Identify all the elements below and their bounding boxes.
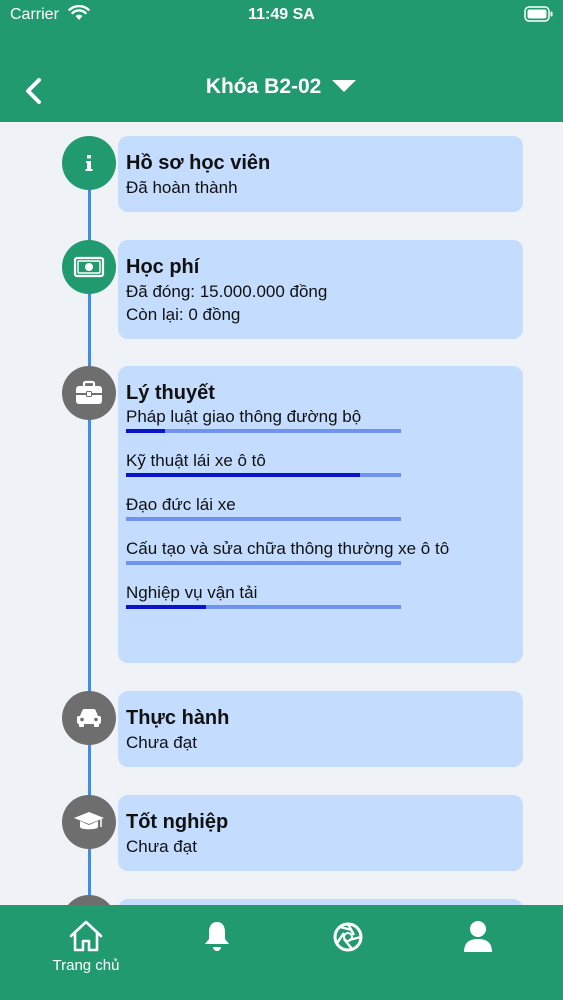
tab-label: Trang chủ	[52, 957, 120, 974]
step-title: Hồ sơ học viên	[126, 152, 271, 174]
tab-profile[interactable]	[418, 917, 538, 957]
step-node-graduation	[62, 795, 116, 849]
step-node-tuition	[62, 240, 116, 294]
money-icon	[73, 256, 105, 278]
subject-item: Pháp luật giao thông đường bộ	[126, 406, 515, 433]
caret-down-icon	[331, 74, 357, 100]
aperture-icon	[333, 922, 363, 952]
step-title: Lý thuyết	[126, 382, 215, 404]
briefcase-icon	[76, 380, 102, 404]
subject-label: Pháp luật giao thông đường bộ	[126, 407, 362, 426]
step-card-practice[interactable]: Thực hành Chưa đạt	[118, 691, 523, 767]
status-bar: Carrier 11:49 SA	[0, 0, 563, 30]
step-node-profile	[62, 136, 116, 190]
subject-progress-fill	[126, 605, 206, 609]
tab-bar: Trang chủ	[0, 905, 563, 1000]
home-icon	[69, 920, 103, 952]
subject-label: Kỹ thuật lái xe ô tô	[126, 451, 266, 470]
subject-label: Cấu tạo và sửa chữa thông thường xe ô tô	[126, 539, 450, 558]
step-card-tuition[interactable]: Học phí Đã đóng: 15.000.000 đồng Còn lại…	[118, 240, 523, 339]
user-icon	[464, 921, 492, 952]
tab-notifications[interactable]	[157, 917, 277, 957]
subject-progress-bar	[126, 605, 401, 609]
graduation-cap-icon	[74, 812, 104, 830]
subject-label: Nghiệp vụ vận tải	[126, 583, 258, 602]
step-title: Học phí	[126, 256, 200, 278]
top-bar: Carrier 11:49 SA Khóa B2-02	[0, 0, 563, 122]
subject-item: Kỹ thuật lái xe ô tô	[126, 450, 515, 477]
tab-camera[interactable]	[288, 917, 408, 957]
subject-progress-fill	[126, 429, 165, 433]
subject-progress-bar	[126, 561, 401, 565]
subject-progress-bar	[126, 517, 401, 521]
step-title: Tốt nghiệp	[126, 811, 229, 833]
page-title: Khóa B2-02	[205, 75, 322, 98]
step-card-profile[interactable]: Hồ sơ học viên Đã hoàn thành	[118, 136, 523, 212]
subject-item: Đạo đức lái xe	[126, 494, 515, 521]
subject-item: Nghiệp vụ vận tải	[126, 582, 515, 609]
subject-progress-bar	[126, 473, 401, 477]
subject-label: Đạo đức lái xe	[126, 495, 236, 514]
subject-progress-fill	[126, 473, 360, 477]
step-card-theory[interactable]: Lý thuyết Pháp luật giao thông đường bộ …	[118, 366, 523, 663]
step-card-graduation[interactable]: Tốt nghiệp Chưa đạt	[118, 795, 523, 871]
step-node-practice	[62, 691, 116, 745]
subject-progress-bar	[126, 429, 401, 433]
bell-icon	[205, 922, 229, 951]
info-icon	[85, 155, 93, 171]
step-status: Chưa đạt	[126, 837, 197, 856]
course-selector[interactable]: Khóa B2-02	[0, 74, 563, 100]
step-title: Thực hành	[126, 707, 230, 729]
step-node-theory	[62, 366, 116, 420]
battery-icon	[524, 6, 554, 27]
tab-home[interactable]: Trang chủ	[26, 917, 146, 974]
tuition-remaining: Còn lại: 0 đồng	[126, 305, 241, 324]
tuition-paid: Đã đóng: 15.000.000 đồng	[126, 282, 328, 301]
step-status: Đã hoàn thành	[126, 178, 238, 197]
subject-item: Cấu tạo và sửa chữa thông thường xe ô tô	[126, 538, 515, 565]
step-status: Chưa đạt	[126, 733, 197, 752]
car-icon	[77, 708, 101, 727]
status-time: 11:49 SA	[248, 6, 315, 23]
